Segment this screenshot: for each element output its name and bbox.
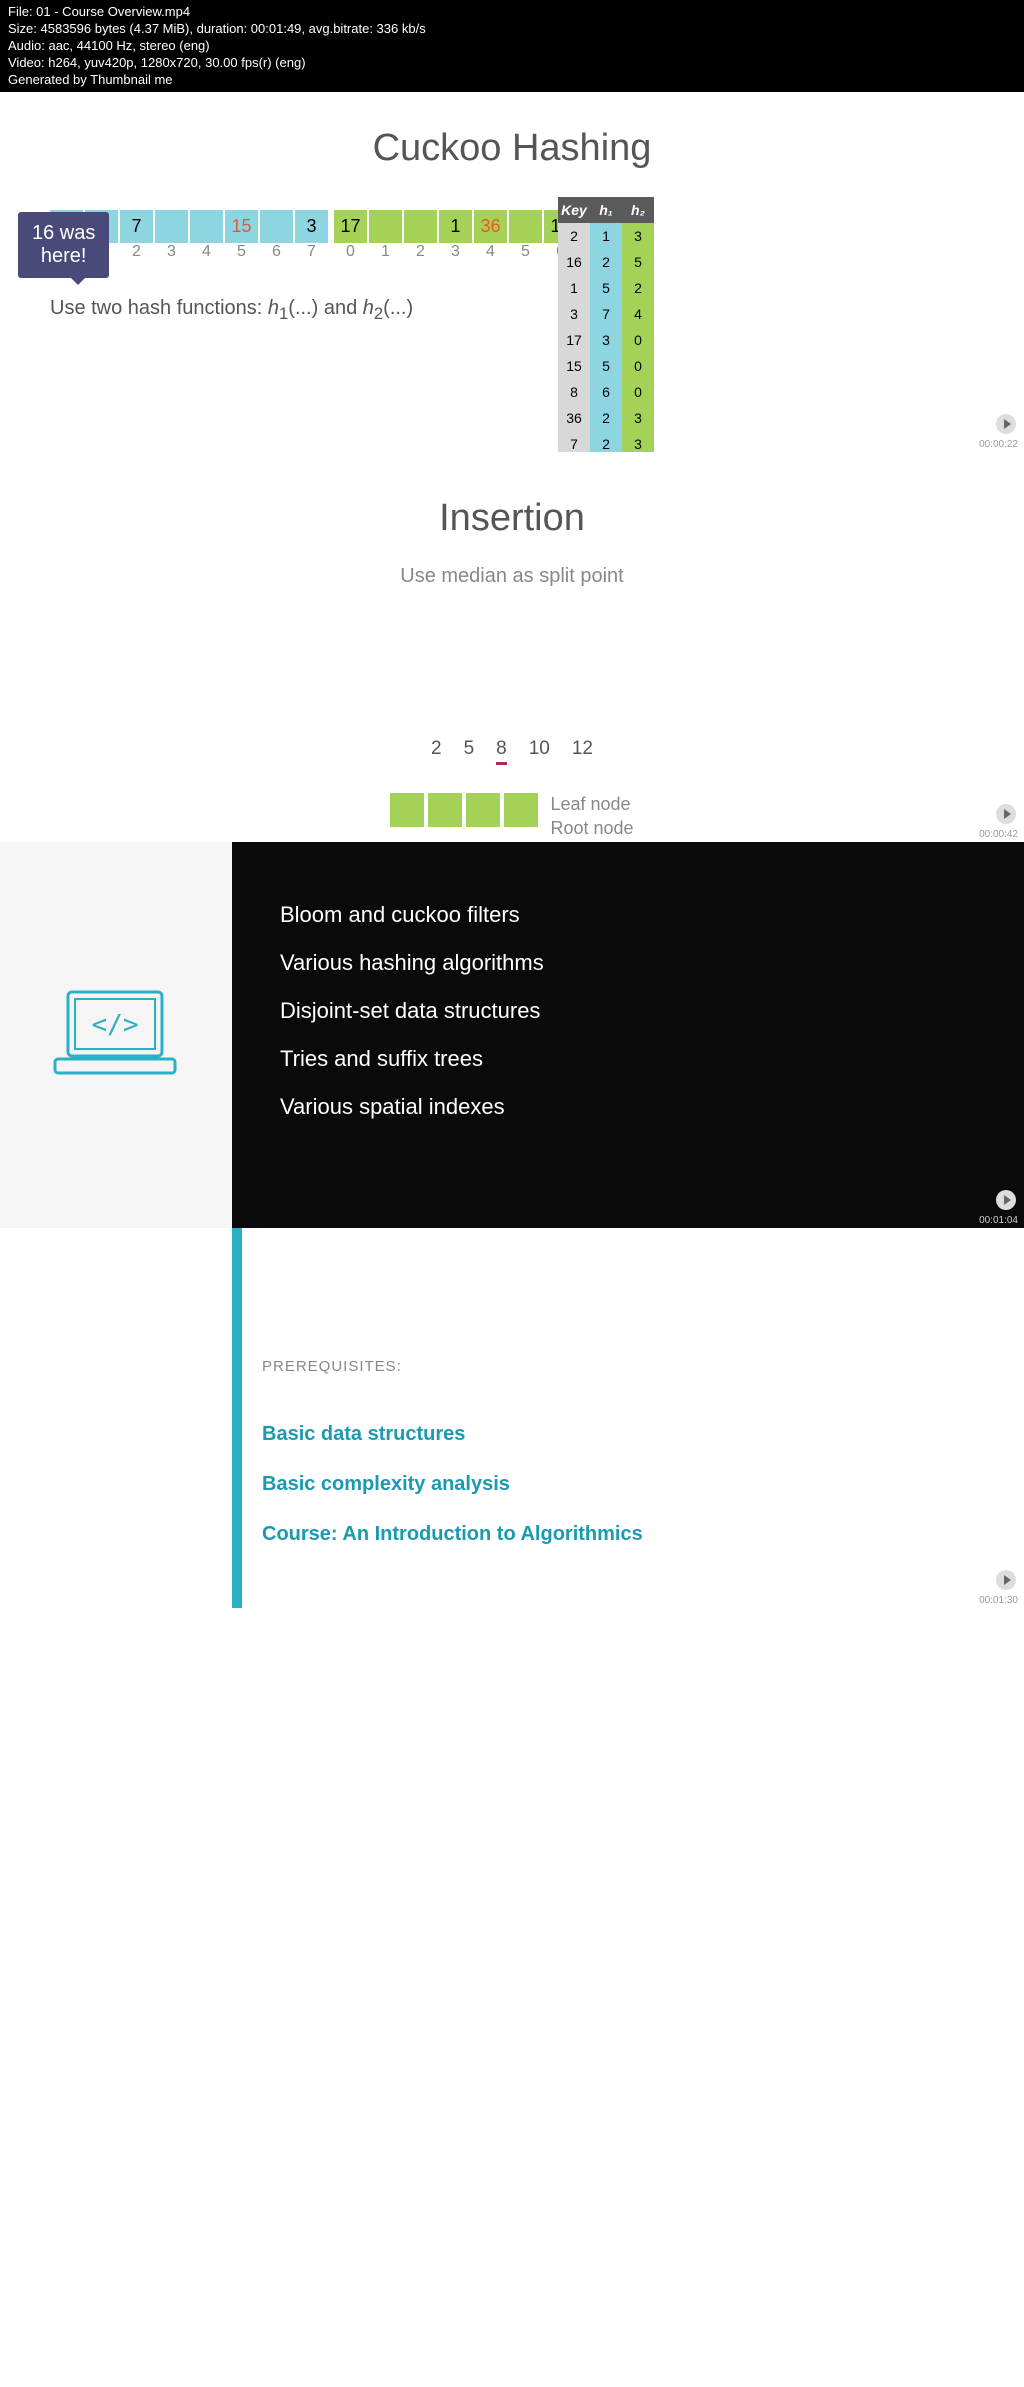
node-row: 2 5 8 10 12 bbox=[0, 738, 1024, 765]
cell bbox=[260, 210, 293, 243]
cell bbox=[369, 210, 402, 243]
cell: 36 bbox=[474, 210, 507, 243]
timestamp: 00:01:30 bbox=[979, 1595, 1018, 1606]
slide-insertion: Insertion Use median as split point 2 5 … bbox=[0, 452, 1024, 842]
prereq-item: Basic complexity analysis bbox=[262, 1473, 510, 1496]
cell bbox=[155, 210, 188, 243]
leaf-row: Leaf node Root node bbox=[0, 793, 1024, 840]
timestamp: 00:00:22 bbox=[979, 439, 1018, 450]
teal-bar bbox=[232, 1228, 242, 1608]
slide-prereq: PREREQUISITES: Basic data structures Bas… bbox=[0, 1228, 1024, 1608]
topic: Disjoint-set data structures bbox=[280, 998, 976, 1024]
callout-16: 16 washere! bbox=[18, 212, 109, 278]
extra-value: 51 bbox=[82, 261, 1024, 282]
leaf-box bbox=[466, 793, 500, 827]
size-line: Size: 4583596 bytes (4.37 MiB), duration… bbox=[8, 21, 1016, 38]
cell bbox=[190, 210, 223, 243]
file-info-header: File: 01 - Course Overview.mp4 Size: 458… bbox=[0, 0, 1024, 92]
play-icon[interactable] bbox=[996, 414, 1016, 434]
timestamp: 00:00:42 bbox=[979, 829, 1018, 840]
slide2-sub: Use median as split point bbox=[0, 565, 1024, 588]
laptop-icon: </> bbox=[50, 987, 180, 1082]
prereq-label: PREREQUISITES: bbox=[262, 1358, 402, 1375]
prereq-item: Course: An Introduction to Algorithmics bbox=[262, 1523, 643, 1546]
video-line: Video: h264, yuv420p, 1280x720, 30.00 fp… bbox=[8, 55, 1016, 72]
topics-panel: Bloom and cuckoo filters Various hashing… bbox=[232, 842, 1024, 1228]
slide2-title: Insertion bbox=[0, 497, 1024, 540]
gen-line: Generated by Thumbnail me bbox=[8, 72, 1016, 89]
topic: Bloom and cuckoo filters bbox=[280, 902, 976, 928]
slide-cuckoo: Cuckoo Hashing 16 washere! 2 7 15 3 17 1… bbox=[0, 92, 1024, 452]
cell: 1 bbox=[439, 210, 472, 243]
cell bbox=[509, 210, 542, 243]
cell: 3 bbox=[295, 210, 328, 243]
audio-line: Audio: aac, 44100 Hz, stereo (eng) bbox=[8, 38, 1016, 55]
index-row: 0 1 2 3 4 5 6 7 0 1 2 3 4 5 6 7 bbox=[50, 243, 1024, 261]
play-icon[interactable] bbox=[996, 1570, 1016, 1590]
prereq-item: Basic data structures bbox=[262, 1423, 465, 1446]
leaf-box bbox=[428, 793, 462, 827]
file-line: File: 01 - Course Overview.mp4 bbox=[8, 4, 1016, 21]
topic: Tries and suffix trees bbox=[280, 1046, 976, 1072]
timestamp: 00:01:04 bbox=[979, 1215, 1018, 1226]
hash-row: 2 7 15 3 17 1 36 16 13 bbox=[50, 210, 1024, 243]
caption: Use two hash functions: h1(...) and h2(.… bbox=[50, 297, 1024, 324]
cell bbox=[404, 210, 437, 243]
cell: 17 bbox=[334, 210, 367, 243]
svg-text:</>: </> bbox=[92, 1010, 139, 1040]
cell: 7 bbox=[120, 210, 153, 243]
topic: Various hashing algorithms bbox=[280, 950, 976, 976]
leaf-box bbox=[390, 793, 424, 827]
slide-topics: </> Bloom and cuckoo filters Various has… bbox=[0, 842, 1024, 1228]
slide1-title: Cuckoo Hashing bbox=[0, 127, 1024, 170]
leaf-box bbox=[504, 793, 538, 827]
cell: 15 bbox=[225, 210, 258, 243]
topic: Various spatial indexes bbox=[280, 1094, 976, 1120]
